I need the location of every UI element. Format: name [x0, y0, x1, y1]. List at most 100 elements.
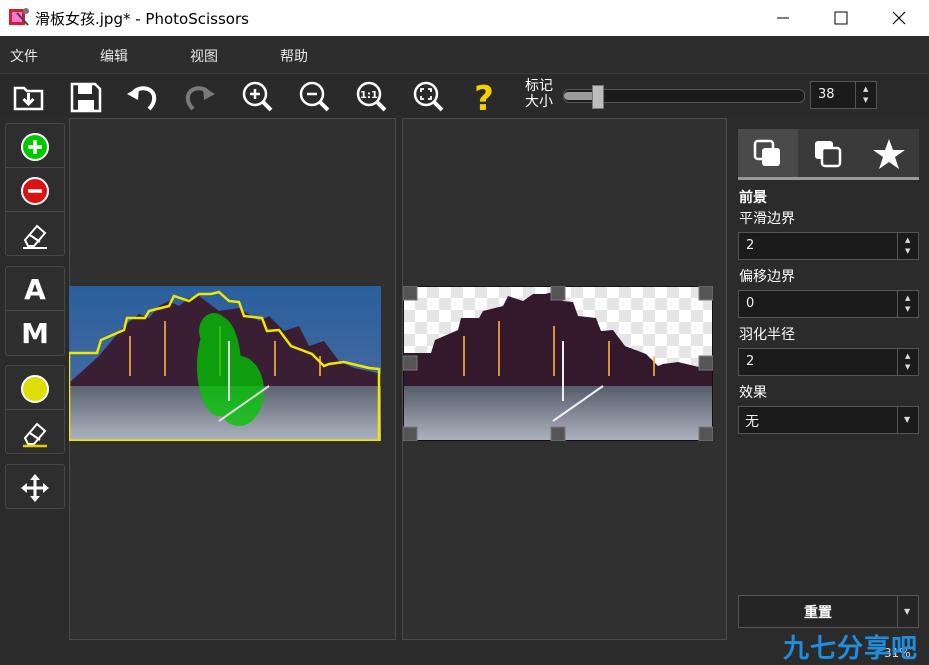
offset-edges-spinbox[interactable]: 0 ▲ ▼	[738, 290, 919, 318]
marker-size-slider-thumb[interactable]	[592, 85, 604, 109]
spin-down-icon[interactable]: ▼	[905, 305, 910, 313]
foreground-marker-button[interactable]	[6, 124, 64, 168]
marker-size-slider[interactable]	[563, 85, 805, 109]
actual-size-button[interactable]: 1:1	[353, 78, 389, 114]
reset-dropdown-arrow[interactable]: ▼	[897, 596, 918, 627]
minimize-button[interactable]	[760, 0, 806, 36]
save-button[interactable]	[68, 78, 104, 114]
foreground-layers-icon	[753, 139, 780, 166]
eraser-button[interactable]	[6, 212, 64, 255]
auto-mode-label: A	[24, 273, 46, 306]
manual-mode-button[interactable]: M	[6, 311, 64, 354]
svg-text:1:1: 1:1	[360, 90, 378, 101]
move-button[interactable]	[6, 465, 64, 508]
open-folder-icon	[13, 86, 44, 111]
spin-up-icon[interactable]: ▲	[905, 352, 910, 360]
spin-down-icon[interactable]: ▼	[905, 247, 910, 255]
feather-radius-spinbox[interactable]: 2 ▲ ▼	[738, 348, 919, 376]
offset-edges-label: 偏移边界	[739, 269, 795, 285]
window-title: 滑板女孩.jpg* - PhotoScissors	[35, 10, 249, 28]
close-button[interactable]	[876, 0, 922, 36]
undo-icon	[127, 86, 157, 111]
manual-mode-label: M	[21, 317, 49, 350]
help-button[interactable]: ?	[466, 78, 502, 114]
menu-edit[interactable]: 编辑	[100, 46, 128, 66]
smooth-edges-spin-arrows[interactable]: ▲ ▼	[897, 233, 918, 259]
effect-label: 效果	[739, 385, 767, 401]
spin-up-icon[interactable]: ▲	[905, 294, 910, 302]
smooth-edges-spinbox[interactable]: 2 ▲ ▼	[738, 232, 919, 260]
left-toolbar: A M	[0, 118, 68, 663]
marker-tool-group	[5, 123, 65, 256]
offset-edges-spin-arrows[interactable]: ▲ ▼	[897, 291, 918, 317]
zoom-out-icon	[299, 81, 330, 112]
minimize-icon	[777, 17, 789, 19]
effect-value: 无	[745, 414, 759, 430]
plus-circle-icon	[21, 133, 49, 161]
smooth-edges-value: 2	[746, 238, 755, 253]
app-icon	[9, 8, 29, 26]
mode-tool-group: A M	[5, 266, 65, 356]
effect-select[interactable]: 无 ▼	[738, 406, 919, 434]
open-button[interactable]	[11, 78, 47, 114]
zoom-in-icon	[242, 81, 273, 112]
outline-eraser-button[interactable]	[6, 410, 64, 453]
background-marker-button[interactable]	[6, 168, 64, 212]
tab-effects[interactable]	[858, 129, 918, 177]
effect-dropdown-arrow[interactable]: ▼	[897, 407, 918, 433]
zoom-fit-icon	[413, 81, 444, 112]
tab-background[interactable]	[798, 129, 858, 177]
settings-tabs	[738, 129, 919, 180]
outline-tool-group	[5, 365, 65, 454]
maximize-icon	[834, 11, 848, 25]
menu-bar: 文件 编辑 视图 帮助	[0, 36, 929, 74]
move-tool-group	[5, 464, 65, 509]
tab-foreground[interactable]	[738, 129, 798, 177]
marker-size-value: 38	[818, 87, 835, 102]
watermark-text: 九七分享吧	[783, 634, 919, 664]
feather-radius-value: 2	[746, 354, 755, 369]
floppy-disk-icon	[70, 82, 102, 113]
marker-size-label: 标记大小	[525, 78, 553, 110]
star-icon	[873, 139, 905, 169]
feather-radius-spin-arrows[interactable]: ▲ ▼	[897, 349, 918, 375]
reset-button[interactable]: 重置 ▼	[738, 595, 919, 628]
smooth-edges-label: 平滑边界	[739, 211, 795, 227]
undo-button[interactable]	[124, 78, 160, 114]
menu-file[interactable]: 文件	[10, 46, 38, 66]
result-preview-image[interactable]	[403, 286, 713, 441]
menu-view[interactable]: 视图	[190, 46, 218, 66]
offset-edges-value: 0	[746, 296, 755, 311]
redo-icon	[185, 86, 215, 111]
feather-radius-label: 羽化半径	[739, 327, 795, 343]
yellow-circle-icon	[21, 375, 49, 403]
zoom-in-button[interactable]	[239, 78, 275, 114]
reset-label: 重置	[804, 605, 832, 621]
section-title: 前景	[739, 190, 767, 206]
menu-help[interactable]: 帮助	[280, 46, 308, 66]
settings-panel: 前景 平滑边界 2 ▲ ▼ 偏移边界 0 ▲ ▼ 羽化半径 2 ▲ ▼ 效果 无…	[738, 118, 929, 663]
spin-up-icon[interactable]: ▲	[905, 236, 910, 244]
source-image[interactable]	[69, 286, 381, 441]
redo-button[interactable]	[182, 78, 218, 114]
spin-down-icon[interactable]: ▼	[905, 363, 910, 371]
auto-mode-button[interactable]: A	[6, 267, 64, 311]
fit-to-window-button[interactable]	[410, 78, 446, 114]
title-bar: 滑板女孩.jpg* - PhotoScissors	[0, 0, 929, 36]
svg-text:?: ?	[474, 79, 494, 114]
outline-marker-button[interactable]	[6, 366, 64, 410]
spin-down-icon[interactable]: ▼	[863, 96, 868, 104]
chevron-down-icon: ▼	[904, 415, 911, 424]
marker-size-spin-arrows[interactable]: ▲ ▼	[855, 82, 876, 108]
spin-up-icon[interactable]: ▲	[863, 85, 868, 93]
eraser-icon	[23, 224, 47, 249]
minus-circle-icon	[21, 177, 49, 205]
zoom-out-button[interactable]	[296, 78, 332, 114]
maximize-button[interactable]	[818, 0, 864, 36]
marker-size-spinbox[interactable]: 38 ▲ ▼	[810, 81, 877, 109]
background-layers-icon	[815, 141, 842, 168]
zoom-actual-size-icon: 1:1	[356, 81, 387, 112]
close-icon	[892, 11, 906, 25]
question-mark-icon: ?	[474, 79, 494, 114]
chevron-down-icon: ▼	[904, 607, 911, 616]
